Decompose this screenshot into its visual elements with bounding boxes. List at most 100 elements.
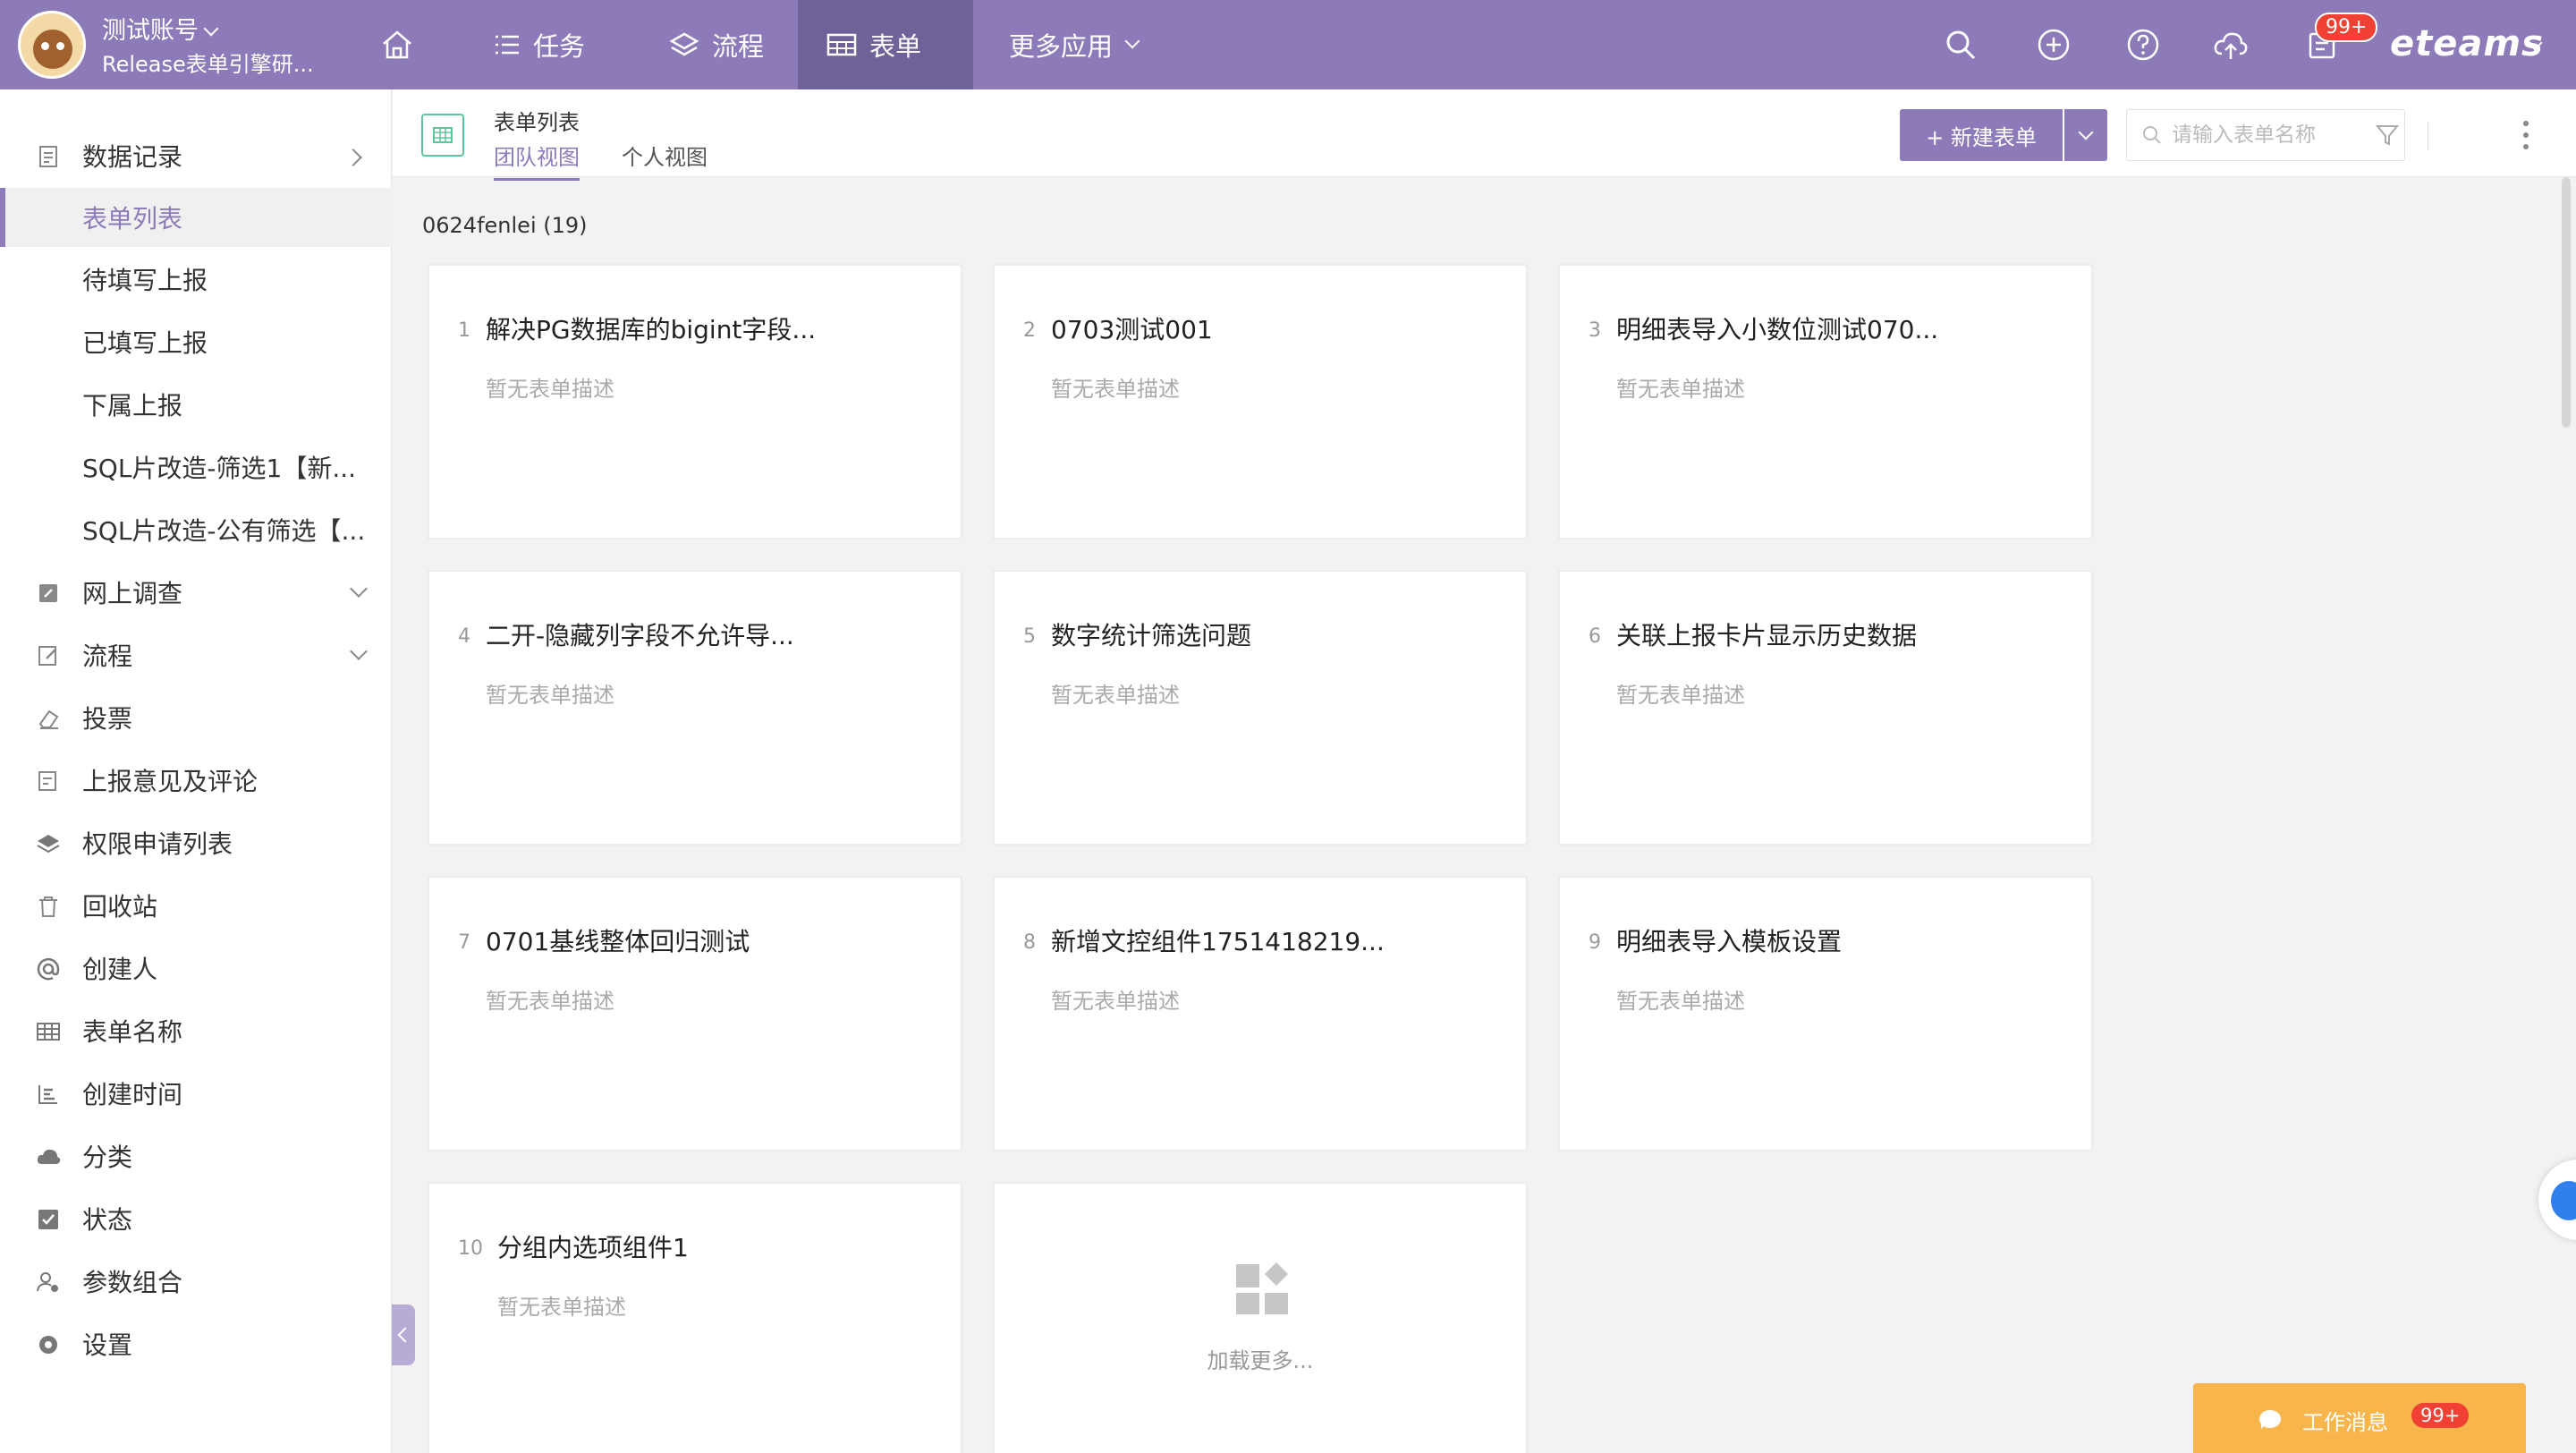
sidebar-item-report-comments[interactable]: 上报意见及评论: [0, 751, 392, 810]
sidebar-item-settings[interactable]: 设置: [0, 1314, 392, 1373]
sidebar-item-permission-requests[interactable]: 权限申请列表: [0, 813, 392, 872]
report-icon: [38, 771, 56, 791]
cloud-upload-icon[interactable]: [2213, 27, 2249, 63]
nav-more-apps[interactable]: 更多应用: [980, 0, 1166, 89]
more-options-icon[interactable]: [2522, 120, 2529, 150]
home-button[interactable]: [372, 0, 435, 89]
brand-logo[interactable]: eteams: [2390, 23, 2544, 64]
sidebar-item-create-time[interactable]: 创建时间: [0, 1064, 392, 1123]
form-card[interactable]: 2 0703测试001 暂无表单描述: [993, 264, 1528, 540]
form-card-number: 9: [1589, 931, 1601, 954]
form-search-input[interactable]: [2172, 121, 2351, 149]
nav-label: 更多应用: [1009, 31, 1114, 62]
at-icon: [37, 957, 60, 981]
sidebar-item-data-records[interactable]: 数据记录: [0, 126, 392, 185]
nav-forms[interactable]: 表单: [798, 0, 973, 89]
nav-tasks[interactable]: 任务: [465, 0, 614, 89]
form-card-title: 关联上报卡片显示历史数据: [1616, 621, 1918, 650]
form-card[interactable]: 5 数字统计筛选问题 暂无表单描述: [993, 570, 1528, 845]
group-heading: 0624fenlei (19): [422, 213, 588, 238]
sidebar-item-category[interactable]: 分类: [0, 1126, 392, 1185]
form-card-title: 0701基线整体回归测试: [486, 927, 750, 956]
form-card[interactable]: 4 二开-隐藏列字段不允许导... 暂无表单描述: [428, 570, 962, 845]
form-search-box: [2126, 109, 2428, 161]
nav-label: 表单: [869, 31, 922, 62]
sidebar-item-sql-public-filter[interactable]: SQL片改造-公有筛选【...: [0, 500, 392, 559]
help-icon[interactable]: [2125, 27, 2161, 63]
sidebar-item-form-list[interactable]: 表单列表: [0, 188, 392, 247]
form-card-description: 暂无表单描述: [1616, 683, 1745, 708]
sidebar-item-workflow[interactable]: 流程: [0, 625, 392, 684]
load-more-label: 加载更多...: [1207, 1348, 1314, 1373]
form-card[interactable]: 1 解决PG数据库的bigint字段... 暂无表单描述: [428, 264, 962, 540]
sidebar-item-creator[interactable]: 创建人: [0, 939, 392, 998]
user-avatar[interactable]: [18, 11, 86, 79]
sidebar-item-label: 待填写上报: [82, 266, 208, 295]
form-card-number: 2: [1023, 319, 1036, 342]
form-card-number: 7: [458, 931, 470, 954]
sidebar: 数据记录 表单列表 待填写上报 已填写上报 下属上报 SQL片改造-筛选1【新.…: [0, 89, 392, 1453]
scrollbar[interactable]: [2562, 177, 2571, 428]
form-card-title: 明细表导入模板设置: [1616, 927, 1843, 956]
form-card-number: 10: [458, 1237, 483, 1260]
sidebar-item-survey[interactable]: 网上调查: [0, 563, 392, 622]
form-card-number: 8: [1023, 931, 1036, 954]
sidebar-item-label: SQL片改造-筛选1【新...: [82, 454, 357, 483]
sidebar-item-subordinate-report[interactable]: 下属上报: [0, 375, 392, 434]
sidebar-item-recycle-bin[interactable]: 回收站: [0, 876, 392, 935]
chevron-down-icon: [203, 21, 219, 37]
search-icon[interactable]: [1943, 27, 1979, 63]
form-card-description: 暂无表单描述: [1051, 989, 1180, 1014]
chat-bubble-icon: [2259, 1410, 2281, 1429]
form-card[interactable]: 9 明细表导入模板设置 暂无表单描述: [1558, 876, 2093, 1151]
search-icon: [2143, 126, 2161, 144]
form-card[interactable]: 8 新增文控组件1751418219... 暂无表单描述: [993, 876, 1528, 1151]
form-card[interactable]: 3 明细表导入小数位测试070... 暂无表单描述: [1558, 264, 2093, 540]
chevron-right-icon: [344, 149, 362, 166]
work-messages-badge: 99+: [2411, 1403, 2470, 1428]
notification-badge: 99+: [2315, 13, 2378, 42]
sidebar-item-sql-filter-1[interactable]: SQL片改造-筛选1【新...: [0, 438, 392, 497]
document-icon: [39, 146, 57, 167]
cloud-icon: [37, 1149, 61, 1164]
account-switcher[interactable]: 测试账号: [102, 11, 219, 46]
sidebar-item-label: 回收站: [82, 892, 158, 922]
nav-label: 任务: [533, 31, 586, 62]
sidebar-item-form-name[interactable]: 表单名称: [0, 1001, 392, 1060]
form-card[interactable]: 6 关联上报卡片显示历史数据 暂无表单描述: [1558, 570, 2093, 845]
form-card-title: 分组内选项组件1: [497, 1233, 689, 1262]
sidebar-item-label: 表单名称: [82, 1017, 183, 1047]
debug-float-button[interactable]: [2538, 1160, 2576, 1240]
add-icon[interactable]: [2036, 27, 2072, 63]
load-more-card[interactable]: 加载更多...: [993, 1182, 1528, 1453]
form-card-number: 3: [1589, 319, 1601, 342]
sidebar-item-status[interactable]: 状态: [0, 1189, 392, 1248]
form-card-description: 暂无表单描述: [1616, 989, 1745, 1014]
sidebar-item-label: SQL片改造-公有筛选【...: [82, 516, 366, 546]
sidebar-item-filled-report[interactable]: 已填写上报: [0, 312, 392, 371]
tab-personal-view[interactable]: 个人视图: [622, 140, 708, 178]
new-form-button[interactable]: + 新建表单: [1900, 109, 2063, 161]
sidebar-item-label: 已填写上报: [82, 328, 208, 358]
sidebar-item-label: 创建人: [82, 955, 158, 984]
sidebar-item-label: 创建时间: [82, 1080, 183, 1109]
sidebar-collapse-button[interactable]: [392, 1304, 415, 1365]
tab-team-view[interactable]: 团队视图: [494, 140, 580, 181]
sidebar-item-vote[interactable]: 投票: [0, 688, 392, 747]
form-card[interactable]: 10 分组内选项组件1 暂无表单描述: [428, 1182, 962, 1453]
form-card-description: 暂无表单描述: [1051, 377, 1180, 402]
work-messages-label: 工作消息: [2302, 1410, 2388, 1435]
sidebar-item-label: 状态: [82, 1205, 133, 1235]
page-title: 表单列表: [494, 110, 580, 135]
sidebar-item-pending-report[interactable]: 待填写上报: [0, 250, 392, 309]
sidebar-item-param-combo[interactable]: 参数组合: [0, 1252, 392, 1311]
table-icon: [826, 33, 857, 56]
new-form-dropdown-button[interactable]: [2064, 109, 2107, 161]
form-card-number: 4: [458, 625, 470, 648]
filter-icon[interactable]: [2374, 122, 2401, 149]
nav-workflow[interactable]: 流程: [640, 0, 792, 89]
form-card-title: 解决PG数据库的bigint字段...: [486, 315, 817, 344]
work-messages-bar[interactable]: 工作消息 99+: [2193, 1383, 2526, 1453]
form-card[interactable]: 7 0701基线整体回归测试 暂无表单描述: [428, 876, 962, 1151]
user-settings-icon: [37, 1272, 58, 1292]
